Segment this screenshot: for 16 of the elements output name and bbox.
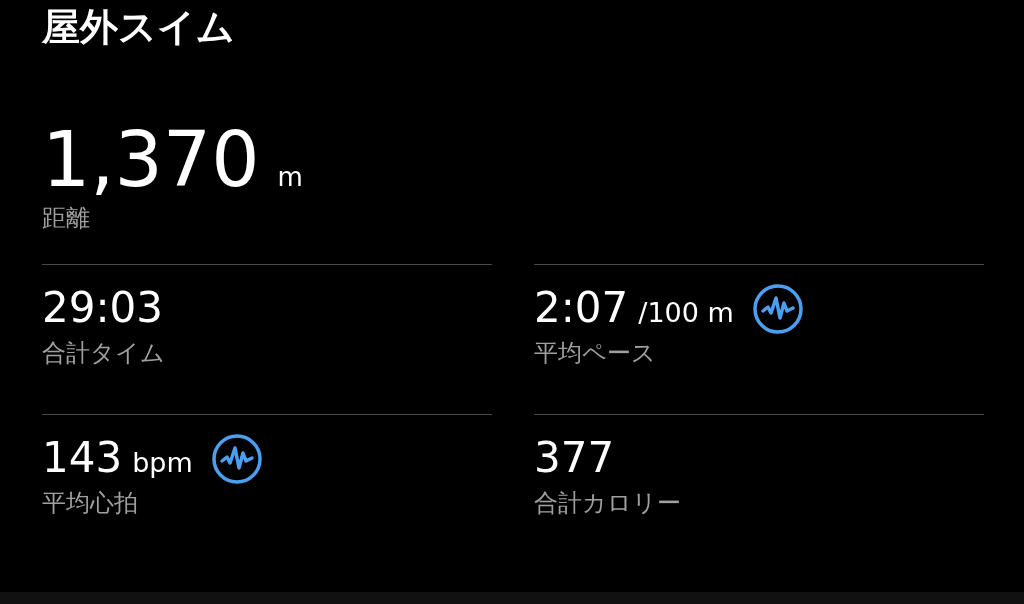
workout-title: 屋外スイム — [42, 4, 236, 50]
stat-label: 合計タイム — [42, 338, 166, 369]
stat-unit: bpm — [132, 447, 193, 478]
stat-label: 平均心拍 — [42, 488, 139, 519]
stat-value: 29:03 — [42, 283, 164, 333]
waveform-icon[interactable] — [210, 433, 263, 485]
stat-unit: /100 m — [638, 297, 734, 328]
distance-value: 1,370 — [42, 120, 260, 200]
stat-label: 平均ペース — [534, 338, 657, 369]
waveform-icon[interactable] — [751, 283, 804, 335]
distance-label: 距離 — [42, 203, 91, 234]
stat-label: 合計カロリー — [534, 488, 682, 519]
stat-value: 143 — [42, 433, 123, 483]
stat-value: 2:07 — [534, 283, 629, 333]
distance-unit: m — [277, 162, 303, 192]
stat-value: 377 — [534, 433, 615, 483]
